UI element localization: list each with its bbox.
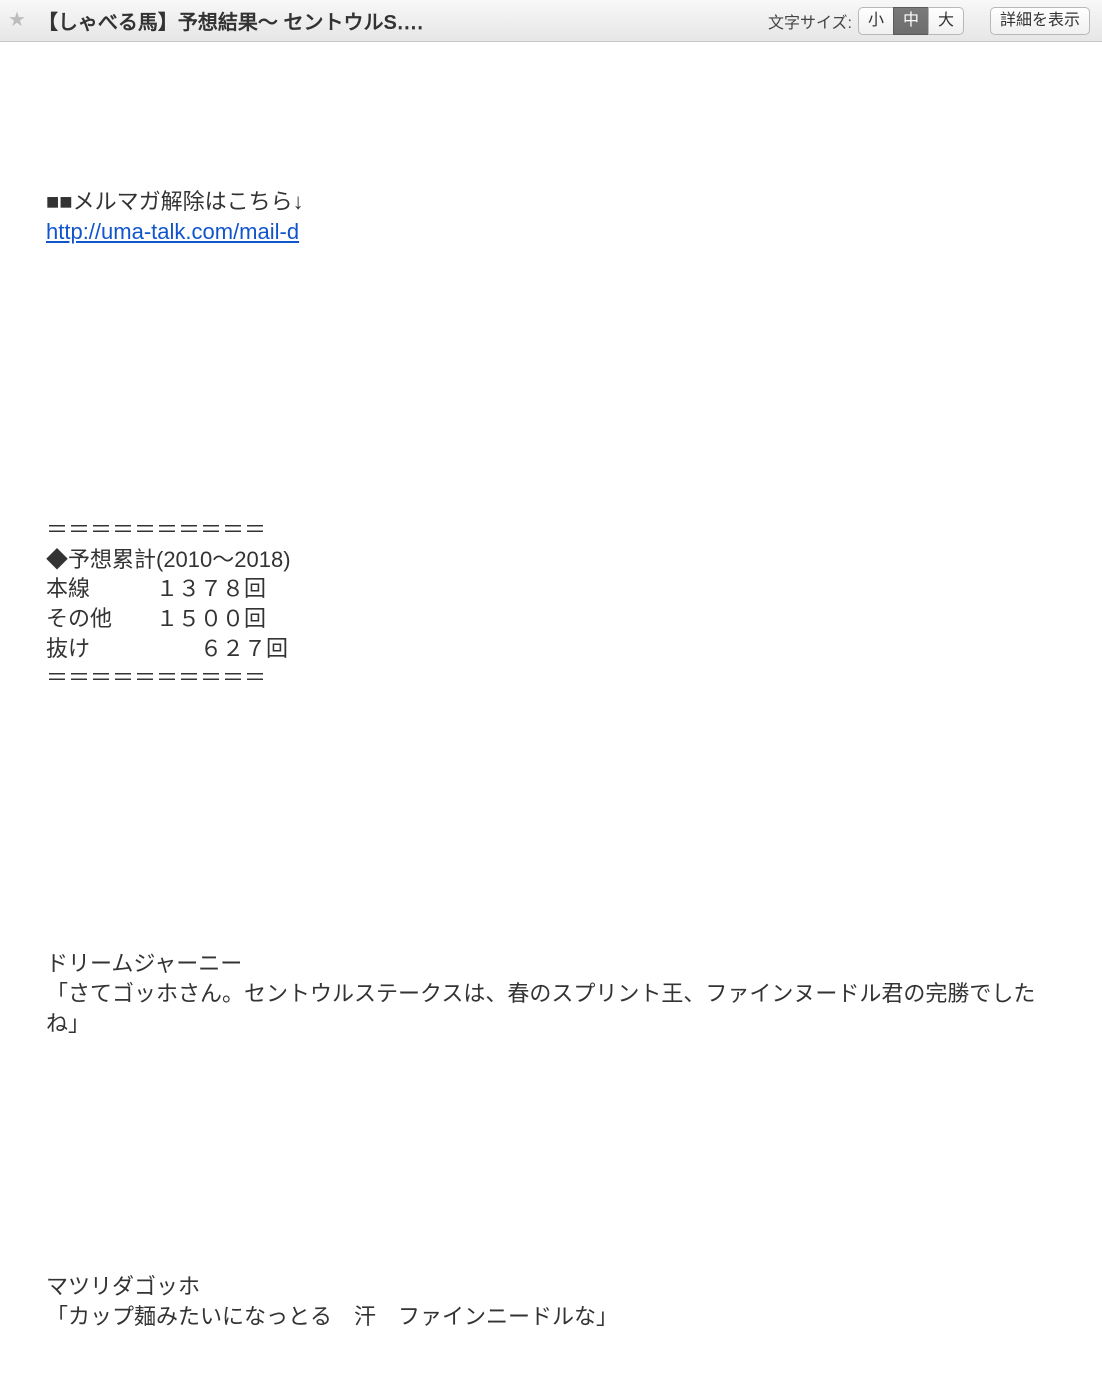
header-bar: ★ 【しゃべる馬】予想結果～ セントウルS‥‥ 文字サイズ: 小 中 大 詳細を… — [0, 0, 1102, 42]
unsubscribe-link[interactable]: http://uma-talk.com/mail-d — [46, 219, 299, 244]
dialogue-2: マツリダゴッホ 「カップ麺みたいになっとる 汗 ファインニードルな」 — [46, 1272, 1056, 1331]
stats-row-0-value: １３７８回 — [156, 576, 266, 601]
stats-row-1-value: １５００回 — [156, 606, 266, 631]
stats-row-0-label: 本線 — [46, 576, 90, 601]
stats-row-1-label: その他 — [46, 606, 112, 631]
divider-top: ＝＝＝＝＝＝＝＝＝＝ — [46, 517, 266, 542]
details-button[interactable]: 詳細を表示 — [990, 7, 1090, 35]
page-title: 【しゃべる馬】予想結果～ セントウルS‥‥ — [38, 6, 424, 35]
speaker1-line: 「さてゴッホさん。セントウルステークスは、春のスプリント王、ファインヌードル君の… — [46, 981, 1035, 1036]
speaker2-line: 「カップ麺みたいになっとる 汗 ファインニードルな」 — [46, 1304, 618, 1329]
fontsize-medium-button[interactable]: 中 — [893, 7, 929, 35]
fontsize-large-button[interactable]: 大 — [928, 7, 964, 35]
dialogue-1: ドリームジャーニー 「さてゴッホさん。セントウルステークスは、春のスプリント王、… — [46, 949, 1056, 1038]
stats-block: ＝＝＝＝＝＝＝＝＝＝ ◆予想累計(2010～2018) 本線 １３７８回 その他… — [46, 515, 1056, 693]
speaker2-name: マツリダゴッホ — [46, 1274, 200, 1299]
stats-row-2-label: 抜け — [46, 636, 90, 661]
unsubscribe-label: ■■メルマガ解除はこちら↓ — [46, 189, 304, 214]
unsubscribe-block: ■■メルマガ解除はこちら↓ http://uma-talk.com/mail-d — [46, 187, 1056, 246]
fontsize-label: 文字サイズ: — [768, 9, 852, 33]
star-icon[interactable]: ★ — [8, 10, 30, 32]
fontsize-buttons: 小 中 大 — [858, 7, 964, 35]
stats-heading: ◆予想累計(2010～2018) — [46, 547, 291, 572]
speaker1-name: ドリームジャーニー — [46, 951, 242, 976]
fontsize-group: 文字サイズ: 小 中 大 — [768, 7, 964, 35]
fontsize-small-button[interactable]: 小 — [858, 7, 894, 35]
stats-row-2-value: ６２７回 — [200, 636, 288, 661]
email-content: ■■メルマガ解除はこちら↓ http://uma-talk.com/mail-d… — [0, 42, 1102, 1389]
divider-bottom: ＝＝＝＝＝＝＝＝＝＝ — [46, 665, 266, 690]
